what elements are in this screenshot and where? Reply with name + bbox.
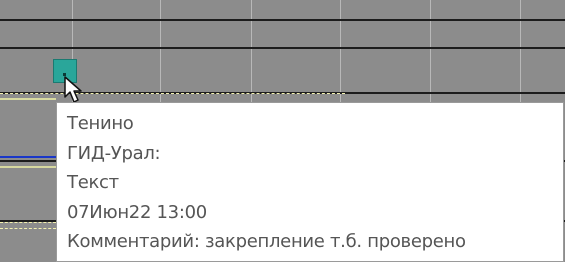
station-line [0,19,565,21]
info-tooltip: Тенино ГИД-Урал: Текст 07Июн22 13:00 Ком… [56,102,564,262]
track-line [0,222,56,223]
tooltip-station-name: Тенино [67,113,134,134]
station-line [0,47,565,49]
track-line [0,98,56,100]
train-schedule-graph[interactable]: Тенино ГИД-Урал: Текст 07Июн22 13:00 Ком… [0,0,565,262]
tooltip-text-label: Текст [67,172,119,193]
track-line [0,166,56,168]
tooltip-comment: Комментарий: закрепление т.б. проверено [67,231,466,252]
arrow-cursor-icon [64,76,82,103]
track-line [0,228,56,229]
train-path-line [0,156,56,158]
tooltip-source: ГИД-Урал: [67,142,161,164]
tooltip-datetime: 07Июн22 13:00 [67,201,207,223]
track-line [0,93,345,94]
